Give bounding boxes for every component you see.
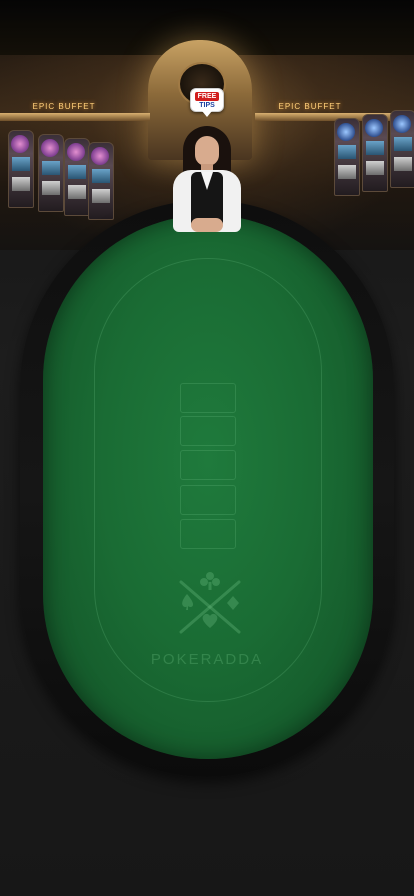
free-tag: FREE [195, 92, 219, 101]
community-card-slot-3 [180, 450, 236, 480]
tips-label: TIPS [199, 102, 215, 109]
slot-machine-icon [334, 118, 360, 196]
slot-machine-icon [38, 134, 64, 212]
community-card-slot-5 [180, 519, 236, 549]
game-screen: EPIC BUFFET EPIC BUFFET POKERADDA FREE T… [0, 0, 414, 896]
buffet-sign-right: EPIC BUFFET [278, 102, 342, 111]
slot-machine-icon [362, 114, 388, 192]
free-tips-button[interactable]: FREE TIPS [190, 88, 224, 117]
brand-watermark: POKERADDA [150, 651, 264, 668]
community-card-slot-2 [180, 416, 236, 446]
slot-machine-icon [390, 110, 414, 188]
slot-machine-icon [88, 142, 114, 220]
community-card-slot-1 [180, 383, 236, 413]
buffet-sign-left: EPIC BUFFET [32, 102, 96, 111]
community-card-slot-4 [180, 485, 236, 515]
slot-machine-icon [64, 138, 90, 216]
slot-machine-icon [8, 130, 34, 208]
crossed-cues-card-suits-icon [179, 572, 241, 634]
dealer-avatar [165, 120, 249, 240]
bar-shelf-left [0, 113, 150, 121]
